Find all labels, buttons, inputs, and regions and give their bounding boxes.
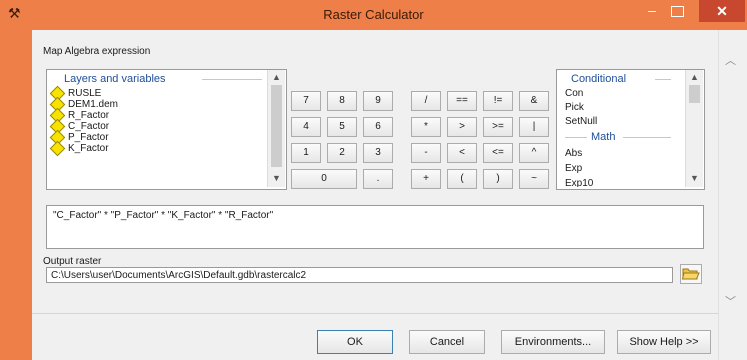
dialog-body: Map Algebra expression Layers and variab… — [32, 30, 718, 360]
scroll-thumb[interactable] — [271, 85, 282, 167]
key-8[interactable]: 8 — [327, 91, 357, 111]
layers-header: Layers and variables — [64, 73, 166, 85]
function-item[interactable]: Pick — [565, 102, 584, 113]
key-greater[interactable]: > — [447, 117, 477, 137]
function-item[interactable]: Abs — [565, 148, 582, 159]
group-divider — [655, 79, 671, 80]
key-close-paren[interactable]: ) — [483, 169, 513, 189]
key-1[interactable]: 1 — [291, 143, 321, 163]
folder-open-icon — [681, 268, 700, 280]
expression-label: Map Algebra expression — [43, 46, 151, 57]
key-greater-equal[interactable]: >= — [483, 117, 513, 137]
key-open-paren[interactable]: ( — [447, 169, 477, 189]
scroll-up-icon[interactable]: ︿ — [725, 52, 736, 68]
key-multiply[interactable]: * — [411, 117, 441, 137]
functions-scrollbar[interactable]: ▲ ▼ — [685, 70, 703, 187]
function-item[interactable]: Exp10 — [565, 178, 593, 187]
key-6[interactable]: 6 — [363, 117, 393, 137]
browse-button[interactable] — [680, 264, 702, 284]
key-2[interactable]: 2 — [327, 143, 357, 163]
function-item[interactable]: Con — [565, 88, 583, 99]
layer-item[interactable]: K_Factor — [49, 140, 259, 157]
key-xor[interactable]: ^ — [519, 143, 549, 163]
layer-item[interactable]: DEM1.dem — [49, 96, 259, 113]
scroll-down-arrow-icon[interactable]: ▼ — [686, 173, 703, 183]
key-less-equal[interactable]: <= — [483, 143, 513, 163]
key-divide[interactable]: / — [411, 91, 441, 111]
key-minus[interactable]: - — [411, 143, 441, 163]
layers-listbox[interactable]: Layers and variables RUSLE DEM1.dem R_Fa… — [46, 69, 287, 190]
close-button[interactable]: ✕ — [699, 0, 745, 22]
layer-item[interactable]: P_Factor — [49, 129, 259, 146]
scroll-down-icon[interactable]: ﹀ — [725, 293, 736, 309]
footer-divider — [32, 313, 718, 314]
key-not-equal[interactable]: != — [483, 91, 513, 111]
raster-layer-icon — [49, 140, 66, 157]
dialog-scrollbar[interactable] — [718, 30, 747, 360]
key-3[interactable]: 3 — [363, 143, 393, 163]
functions-listbox[interactable]: Conditional Con Pick SetNull Math Abs Ex… — [556, 69, 705, 190]
window-frame-left — [0, 30, 32, 360]
scroll-up-arrow-icon[interactable]: ▲ — [686, 72, 703, 82]
group-divider — [565, 137, 587, 138]
output-raster-value: C:\Users\user\Documents\ArcGIS\Default.g… — [51, 270, 307, 281]
scroll-thumb[interactable] — [689, 85, 700, 103]
window-title: Raster Calculator — [323, 7, 424, 22]
key-4[interactable]: 4 — [291, 117, 321, 137]
function-item[interactable]: SetNull — [565, 116, 597, 127]
key-9[interactable]: 9 — [363, 91, 393, 111]
show-help-button[interactable]: Show Help >> — [617, 330, 711, 354]
layers-scrollbar[interactable]: ▲ ▼ — [267, 70, 285, 187]
scroll-up-arrow-icon[interactable]: ▲ — [268, 72, 285, 82]
layers-list: RUSLE DEM1.dem R_Factor C_Factor P_Facto… — [49, 85, 259, 157]
expression-textbox[interactable]: "C_Factor" * "P_Factor" * "K_Factor" * "… — [46, 205, 704, 249]
maximize-button[interactable] — [671, 6, 684, 17]
function-item[interactable]: Exp — [565, 163, 582, 174]
key-7[interactable]: 7 — [291, 91, 321, 111]
key-decimal[interactable]: . — [363, 169, 393, 189]
key-or[interactable]: | — [519, 117, 549, 137]
key-plus[interactable]: + — [411, 169, 441, 189]
output-raster-label: Output raster — [43, 256, 102, 267]
output-raster-input[interactable]: C:\Users\user\Documents\ArcGIS\Default.g… — [46, 267, 673, 283]
header-divider — [202, 79, 262, 80]
ok-button[interactable]: OK — [317, 330, 393, 354]
cancel-button[interactable]: Cancel — [409, 330, 485, 354]
key-not[interactable]: ~ — [519, 169, 549, 189]
layer-item[interactable]: RUSLE — [49, 85, 259, 102]
environments-button[interactable]: Environments... — [501, 330, 605, 354]
group-divider — [623, 137, 671, 138]
layer-item[interactable]: R_Factor — [49, 107, 259, 124]
minimize-button[interactable]: – — [644, 3, 660, 20]
expression-text: "C_Factor" * "P_Factor" * "K_Factor" * "… — [53, 210, 274, 221]
group-conditional-header: Conditional — [571, 73, 627, 85]
key-0[interactable]: 0 — [291, 169, 357, 189]
key-and[interactable]: & — [519, 91, 549, 111]
group-math-header: Math — [591, 131, 616, 143]
key-5[interactable]: 5 — [327, 117, 357, 137]
layer-item[interactable]: C_Factor — [49, 118, 259, 135]
key-equal[interactable]: == — [447, 91, 477, 111]
key-less[interactable]: < — [447, 143, 477, 163]
scroll-down-arrow-icon[interactable]: ▼ — [268, 173, 285, 183]
